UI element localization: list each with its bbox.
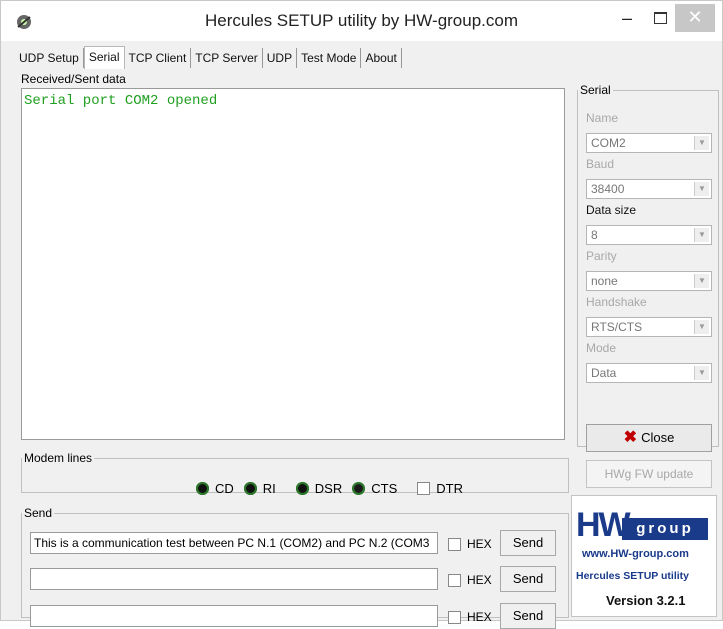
led-icon <box>352 482 366 495</box>
tab-udp-setup[interactable]: UDP Setup <box>15 48 84 68</box>
hw-group-logo: HW group www.HW-group.com Hercules SETUP… <box>571 495 717 617</box>
hex-label-2: HEX <box>467 573 492 587</box>
dtr-toggle[interactable]: DTR <box>417 481 463 496</box>
logo-url: www.HW-group.com <box>582 548 689 560</box>
modem-indicators: CD RI DSR CTS DTR <box>196 481 463 496</box>
parity-value: none <box>591 274 618 288</box>
baud-value: 38400 <box>591 182 625 196</box>
ri-indicator: RI <box>243 481 276 496</box>
tab-serial[interactable]: Serial <box>83 46 125 69</box>
port-name-select[interactable]: COM2 ▼ <box>586 133 712 153</box>
red-x-icon: ✖ <box>623 429 638 446</box>
mode-label: Mode <box>586 341 617 355</box>
close-label: Close <box>641 430 675 445</box>
baud-select[interactable]: 38400 ▼ <box>586 179 712 199</box>
data-size-label: Data size <box>586 203 637 217</box>
modem-legend: Modem lines <box>24 451 93 465</box>
parity-label: Parity <box>586 249 617 263</box>
window-title: Hercules SETUP utility by HW-group.com <box>204 11 519 30</box>
received-sent-label: Received/Sent data <box>21 72 126 86</box>
data-size-select[interactable]: 8 ▼ <box>586 225 712 245</box>
port-name-value: COM2 <box>591 136 626 150</box>
tab-bar: UDP Setup Serial TCP Client TCP Server U… <box>15 46 402 70</box>
handshake-select[interactable]: RTS/CTS ▼ <box>586 317 712 337</box>
hex-toggle-3[interactable]: HEX <box>448 610 492 624</box>
received-text: Serial port COM2 opened <box>24 93 218 109</box>
dsr-indicator: DSR <box>295 481 343 496</box>
send-input-3[interactable] <box>30 605 438 627</box>
received-data-area[interactable]: Serial port COM2 opened <box>21 88 565 440</box>
ri-label: RI <box>262 481 276 496</box>
cd-indicator: CD <box>196 481 234 496</box>
cts-indicator: CTS <box>352 481 397 496</box>
hex-checkbox-3[interactable] <box>448 610 461 624</box>
cts-label: CTS <box>371 481 398 496</box>
handshake-label: Handshake <box>586 295 647 309</box>
hex-toggle-2[interactable]: HEX <box>448 573 492 587</box>
chevron-down-icon: ▼ <box>694 136 709 150</box>
led-icon <box>295 482 309 495</box>
hex-label-3: HEX <box>467 610 492 624</box>
dtr-label: DTR <box>436 481 463 496</box>
minimize-button[interactable]: – <box>615 7 639 31</box>
hex-toggle-1[interactable]: HEX <box>448 537 492 551</box>
name-label: Name <box>586 111 619 125</box>
dsr-label: DSR <box>314 481 343 496</box>
serial-legend: Serial <box>580 83 611 97</box>
send-button-3[interactable]: Send <box>500 603 556 629</box>
chevron-down-icon: ▼ <box>694 182 709 196</box>
hex-checkbox-1[interactable] <box>448 537 461 551</box>
tab-test-mode[interactable]: Test Mode <box>297 48 362 68</box>
tab-tcp-server[interactable]: TCP Server <box>191 48 263 68</box>
led-icon <box>196 482 209 495</box>
fw-update-button[interactable]: HWg FW update <box>586 460 712 488</box>
window-close-button[interactable]: ✕ <box>675 4 715 32</box>
serial-settings-group: Serial Name COM2 ▼ Baud 38400 ▼ Data siz… <box>577 83 719 447</box>
send-legend: Send <box>24 506 53 520</box>
logo-mark: HW <box>576 506 631 544</box>
send-group: Send This is a communication test betwee… <box>21 506 569 629</box>
chevron-down-icon: ▼ <box>694 274 709 288</box>
dtr-checkbox[interactable] <box>417 482 431 495</box>
hex-checkbox-2[interactable] <box>448 573 461 587</box>
title-bar: Hercules SETUP utility by HW-group.com –… <box>1 1 722 41</box>
baud-label: Baud <box>586 157 615 171</box>
product-name: Hercules SETUP utility <box>576 570 690 582</box>
mode-select[interactable]: Data ▼ <box>586 363 712 383</box>
send-button-2[interactable]: Send <box>500 566 556 592</box>
chevron-down-icon: ▼ <box>694 228 709 242</box>
send-input-2[interactable] <box>30 568 438 590</box>
app-window: Hercules SETUP utility by HW-group.com –… <box>0 0 723 629</box>
tab-about[interactable]: About <box>361 48 402 68</box>
close-port-button[interactable]: ✖ Close <box>586 424 712 452</box>
maximize-button[interactable] <box>648 7 672 31</box>
modem-lines-group: Modem lines CD RI DSR CTS DTR <box>21 451 569 496</box>
chevron-down-icon: ▼ <box>694 366 709 380</box>
led-icon <box>243 482 257 495</box>
version-label: Version 3.2.1 <box>606 593 686 608</box>
tab-tcp-client[interactable]: TCP Client <box>125 48 192 68</box>
handshake-value: RTS/CTS <box>591 320 643 334</box>
hex-label-1: HEX <box>467 537 492 551</box>
send-button-1[interactable]: Send <box>500 530 556 556</box>
send-input-1[interactable]: This is a communication test between PC … <box>30 532 438 554</box>
mode-value: Data <box>591 366 617 380</box>
data-size-value: 8 <box>591 228 598 242</box>
parity-select[interactable]: none ▼ <box>586 271 712 291</box>
cd-label: CD <box>215 481 234 496</box>
tab-udp[interactable]: UDP <box>263 48 298 68</box>
logo-word: group <box>622 518 708 540</box>
chevron-down-icon: ▼ <box>694 320 709 334</box>
